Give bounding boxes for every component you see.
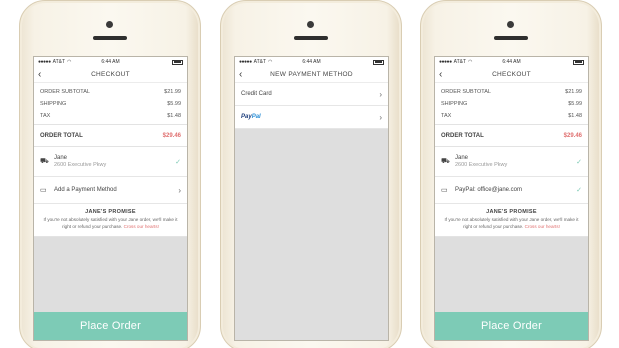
- shipping-address: 2600 Executive Pkwy: [455, 162, 508, 168]
- page-title: CHECKOUT: [492, 71, 531, 78]
- back-icon[interactable]: ‹: [38, 69, 41, 81]
- phone-frame-checkout-paypal: ●●●●● AT&T ◠ 6:44 AM ‹ CHECKOUT ORDER SU…: [420, 0, 602, 348]
- summary-row-shipping: SHIPPING $5.99: [441, 98, 582, 110]
- order-total-label: ORDER TOTAL: [40, 132, 83, 139]
- payment-method-row[interactable]: ▭ PayPal: office@jane.com ✓: [435, 177, 588, 204]
- summary-label: SHIPPING: [40, 101, 67, 107]
- place-order-button[interactable]: Place Order: [435, 312, 588, 340]
- summary-label: ORDER SUBTOTAL: [40, 89, 90, 95]
- order-total-row: ORDER TOTAL $29.46: [34, 125, 187, 147]
- summary-value: $5.99: [167, 101, 181, 107]
- summary-label: ORDER SUBTOTAL: [441, 89, 491, 95]
- battery-icon: [172, 59, 183, 65]
- order-total-value: $29.46: [563, 132, 582, 139]
- shipping-address: 2600 Executive Pkwy: [54, 162, 107, 168]
- summary-value: $5.99: [568, 101, 582, 107]
- phone-frame-payment: ●●●●● AT&T ◠ 6:44 AM ‹ NEW PAYMENT METHO…: [220, 0, 402, 348]
- nav-bar: ‹ NEW PAYMENT METHOD: [235, 67, 388, 83]
- credit-card-label: Credit Card: [241, 91, 272, 97]
- promise-hearts-link[interactable]: Cross our hearts!: [124, 224, 159, 229]
- shipping-address-row[interactable]: ⛟ Jane 2600 Executive Pkwy ✓: [435, 147, 588, 177]
- back-icon[interactable]: ‹: [439, 69, 442, 81]
- back-icon[interactable]: ‹: [239, 69, 242, 81]
- summary-label: TAX: [441, 113, 452, 119]
- shipping-text: Jane 2600 Executive Pkwy: [54, 155, 175, 168]
- chevron-right-icon: ›: [379, 112, 382, 122]
- check-icon: ✓: [175, 158, 181, 166]
- speaker-grille: [294, 36, 328, 40]
- check-icon: ✓: [576, 158, 582, 166]
- camera-icon: [307, 21, 314, 28]
- nav-bar: ‹ CHECKOUT: [435, 67, 588, 83]
- summary-row-shipping: SHIPPING $5.99: [40, 98, 181, 110]
- chevron-right-icon: ›: [178, 185, 181, 195]
- status-bar: ●●●●● AT&T ◠ 6:44 AM: [34, 57, 187, 67]
- promise-hearts-link[interactable]: Cross our hearts!: [525, 224, 560, 229]
- phone-frame-checkout: ●●●●● AT&T ◠ 6:44 AM ‹ CHECKOUT ORDER SU…: [19, 0, 201, 348]
- summary-row-subtotal: ORDER SUBTOTAL $21.99: [40, 86, 181, 98]
- screen-checkout-paypal: ●●●●● AT&T ◠ 6:44 AM ‹ CHECKOUT ORDER SU…: [434, 56, 589, 341]
- credit-card-icon: ▭: [441, 187, 448, 194]
- screen-checkout: ●●●●● AT&T ◠ 6:44 AM ‹ CHECKOUT ORDER SU…: [33, 56, 188, 341]
- promise-section: JANE'S PROMISE If you're not absolutely …: [34, 204, 187, 237]
- summary-value: $1.48: [167, 113, 181, 119]
- paypal-logo-part1: Pay: [241, 114, 252, 120]
- paypal-logo: PayPal: [241, 114, 379, 120]
- promise-section: JANE'S PROMISE If you're not absolutely …: [435, 204, 588, 237]
- page-title: CHECKOUT: [91, 71, 130, 78]
- paypal-logo-part2: Pal: [251, 114, 261, 120]
- add-payment-label: Add a Payment Method: [54, 187, 117, 193]
- promise-text: If you're not absolutely satisfied with …: [441, 217, 582, 230]
- payment-option-credit-card[interactable]: Credit Card ›: [235, 83, 388, 106]
- camera-icon: [507, 21, 514, 28]
- summary-value: $1.48: [568, 113, 582, 119]
- add-payment-method-row[interactable]: ▭ Add a Payment Method ›: [34, 177, 187, 204]
- promise-title: JANE'S PROMISE: [85, 209, 136, 215]
- summary-label: SHIPPING: [441, 101, 468, 107]
- shipping-name: Jane: [54, 155, 68, 161]
- payment-option-paypal[interactable]: PayPal ›: [235, 106, 388, 129]
- page-title: NEW PAYMENT METHOD: [270, 71, 353, 78]
- order-total-row: ORDER TOTAL $29.46: [435, 125, 588, 147]
- summary-value: $21.99: [164, 89, 181, 95]
- speaker-grille: [93, 36, 127, 40]
- credit-card-icon: ▭: [40, 187, 47, 194]
- summary-value: $21.99: [565, 89, 582, 95]
- shipping-text: Jane 2600 Executive Pkwy: [455, 155, 576, 168]
- shipping-name: Jane: [455, 155, 469, 161]
- status-bar: ●●●●● AT&T ◠ 6:44 AM: [435, 57, 588, 67]
- check-icon: ✓: [576, 187, 582, 194]
- place-order-button[interactable]: Place Order: [34, 312, 187, 340]
- order-summary: ORDER SUBTOTAL $21.99 SHIPPING $5.99 TAX…: [34, 83, 187, 125]
- chevron-right-icon: ›: [379, 89, 382, 99]
- screen-payment: ●●●●● AT&T ◠ 6:44 AM ‹ NEW PAYMENT METHO…: [234, 56, 389, 341]
- truck-icon: ⛟: [40, 158, 49, 165]
- speaker-grille: [494, 36, 528, 40]
- promise-title: JANE'S PROMISE: [486, 209, 537, 215]
- truck-icon: ⛟: [441, 158, 450, 165]
- summary-row-subtotal: ORDER SUBTOTAL $21.99: [441, 86, 582, 98]
- battery-icon: [373, 59, 384, 65]
- order-summary: ORDER SUBTOTAL $21.99 SHIPPING $5.99 TAX…: [435, 83, 588, 125]
- clock: 6:44 AM: [101, 59, 120, 65]
- camera-icon: [106, 21, 113, 28]
- summary-row-tax: TAX $1.48: [441, 110, 582, 122]
- promise-text: If you're not absolutely satisfied with …: [40, 217, 181, 230]
- summary-label: TAX: [40, 113, 51, 119]
- payment-method-label: PayPal: office@jane.com: [455, 187, 523, 193]
- summary-row-tax: TAX $1.48: [40, 110, 181, 122]
- status-bar: ●●●●● AT&T ◠ 6:44 AM: [235, 57, 388, 67]
- nav-bar: ‹ CHECKOUT: [34, 67, 187, 83]
- battery-icon: [573, 59, 584, 65]
- order-total-label: ORDER TOTAL: [441, 132, 484, 139]
- clock: 6:44 AM: [302, 59, 321, 65]
- shipping-address-row[interactable]: ⛟ Jane 2600 Executive Pkwy ✓: [34, 147, 187, 177]
- order-total-value: $29.46: [162, 132, 181, 139]
- clock: 6:44 AM: [502, 59, 521, 65]
